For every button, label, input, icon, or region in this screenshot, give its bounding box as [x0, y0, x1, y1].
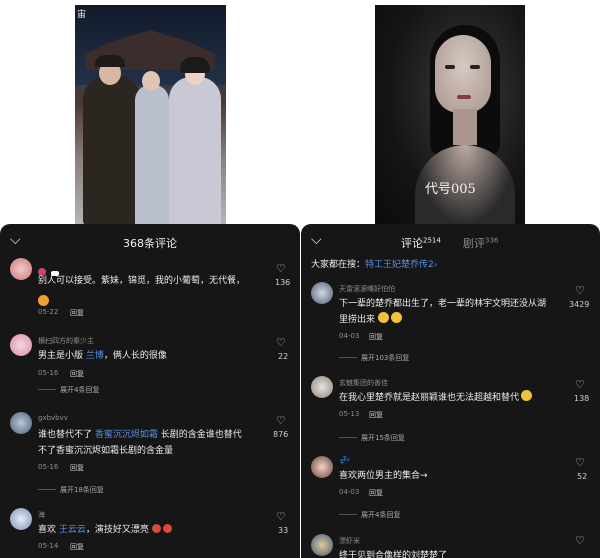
avatar[interactable] [10, 258, 32, 280]
username[interactable]: 天雷滚滚嘴好怕怕 [339, 284, 395, 294]
like-count: 52 [577, 472, 588, 481]
heart-icon[interactable]: ♡ [575, 456, 585, 469]
mention-link[interactable]: 王云云 [59, 525, 86, 535]
username[interactable]: 漂虾米 [339, 536, 360, 546]
like-count: 22 [278, 352, 289, 361]
comment-panel-left: ⌵ 368条评论 别人可以接受。紫妹，锦觅，我的小葡萄，无代餐， 05-22 回… [0, 224, 300, 558]
reply-button[interactable]: 回复 [70, 369, 84, 379]
comment-date: 05-14 [38, 542, 59, 550]
expand-replies-button[interactable]: 展开4条回复 [361, 510, 400, 520]
username[interactable]: 玄魅集团的善佳 [339, 378, 388, 388]
like-count: 3429 [569, 300, 590, 309]
reply-button[interactable]: 回复 [70, 308, 84, 318]
comment-date: 04-03 [339, 332, 360, 340]
heart-icon[interactable]: ♡ [276, 336, 286, 349]
comment-date: 05-16 [38, 369, 59, 377]
divider [339, 357, 357, 358]
comment-text: 在我心里楚乔就是赵丽颖谁也无法超越和替代 [339, 390, 533, 406]
emoji-icon [38, 290, 49, 309]
username[interactable]: 横扫四方的秦少主 [38, 336, 94, 346]
user-badge-icon: 💤 [339, 456, 351, 466]
avatar[interactable] [10, 412, 32, 434]
reply-button[interactable]: 回复 [70, 542, 84, 552]
tab-comments[interactable]: 评论2514 [401, 235, 441, 251]
avatar[interactable] [311, 534, 333, 556]
comment-date: 05-22 [38, 308, 59, 316]
like-count: 876 [273, 430, 289, 439]
heart-icon[interactable]: ♡ [276, 510, 286, 523]
mention-link[interactable]: 香蜜沉沉烬如霜 [95, 430, 158, 440]
search-term-link[interactable]: 特工王妃楚乔传2 [365, 260, 434, 270]
chevron-down-icon[interactable]: ⌵ [311, 232, 322, 248]
username[interactable]: 海 [38, 510, 45, 520]
avatar[interactable] [10, 508, 32, 530]
drama-title-glyph: 宙 [77, 10, 87, 20]
reply-button[interactable]: 回复 [70, 463, 84, 473]
avatar[interactable] [311, 456, 333, 478]
comment-text: 喜欢 王云云，演技好又漂亮 [38, 522, 172, 538]
tab-reviews[interactable]: 剧评336 [463, 235, 498, 251]
mention-link[interactable]: 兰博 [86, 351, 104, 361]
comment-count-header: 368条评论 [123, 237, 177, 250]
comment-text: 终于见到合像样的刘楚楚了 [339, 551, 448, 558]
heart-icon[interactable]: ♡ [575, 378, 585, 391]
comment-text: 谁也替代不了 香蜜沉沉烬如霜 长剧的含金谁也替代 [38, 430, 242, 440]
comment-text: 男主是小版 兰博，俩人长的很像 [38, 351, 167, 361]
avatar[interactable] [10, 334, 32, 356]
like-count: 136 [275, 278, 291, 287]
trending-search: 大家都在搜：特工王妃楚乔传2⌕ [311, 260, 438, 270]
reply-button[interactable]: 回复 [369, 410, 383, 420]
avatar[interactable] [311, 376, 333, 398]
expand-replies-button[interactable]: 展开15条回复 [361, 433, 405, 443]
username[interactable]: gxbvbvv [38, 414, 68, 422]
comment-date: 05-13 [339, 410, 360, 418]
comment-date: 04-03 [339, 488, 360, 496]
comment-panel-right: ⌵ 评论2514 剧评336 大家都在搜：特工王妃楚乔传2⌕ 天雷滚滚嘴好怕怕 … [301, 224, 600, 558]
heart-icon[interactable]: ♡ [575, 284, 585, 297]
like-count: 33 [278, 526, 289, 535]
comment-text: 别人可以接受。紫妹，锦觅，我的小葡萄，无代餐， [38, 276, 246, 286]
expand-replies-button[interactable]: 展开103条回复 [361, 353, 409, 363]
divider [38, 389, 56, 390]
reply-button[interactable]: 回复 [369, 488, 383, 498]
reply-button[interactable]: 回复 [369, 332, 383, 342]
video-watermark: 代号005 [425, 182, 476, 197]
divider [339, 437, 357, 438]
heart-icon[interactable]: ♡ [276, 262, 286, 275]
comment-text: 喜欢两位男主的集合→ [339, 471, 428, 481]
comment-text-line2: 不了香蜜沉沉烬如霜长剧的含金量 [38, 446, 174, 456]
drama-still-left: 宙 [75, 5, 226, 224]
divider [339, 514, 357, 515]
comment-text-line2: 里捞出来 [339, 312, 402, 328]
comment-date: 05-16 [38, 463, 59, 471]
like-count: 138 [574, 394, 590, 403]
comment-text: 下一辈的楚乔都出生了，老一辈的林宇文明还没从湖 [339, 299, 547, 309]
divider [38, 489, 56, 490]
avatar[interactable] [311, 282, 333, 304]
heart-icon[interactable]: ♡ [575, 534, 585, 547]
heart-icon[interactable]: ♡ [276, 414, 286, 427]
expand-replies-button[interactable]: 展开4条回复 [60, 385, 99, 395]
expand-replies-button[interactable]: 展开18条回复 [60, 485, 104, 495]
